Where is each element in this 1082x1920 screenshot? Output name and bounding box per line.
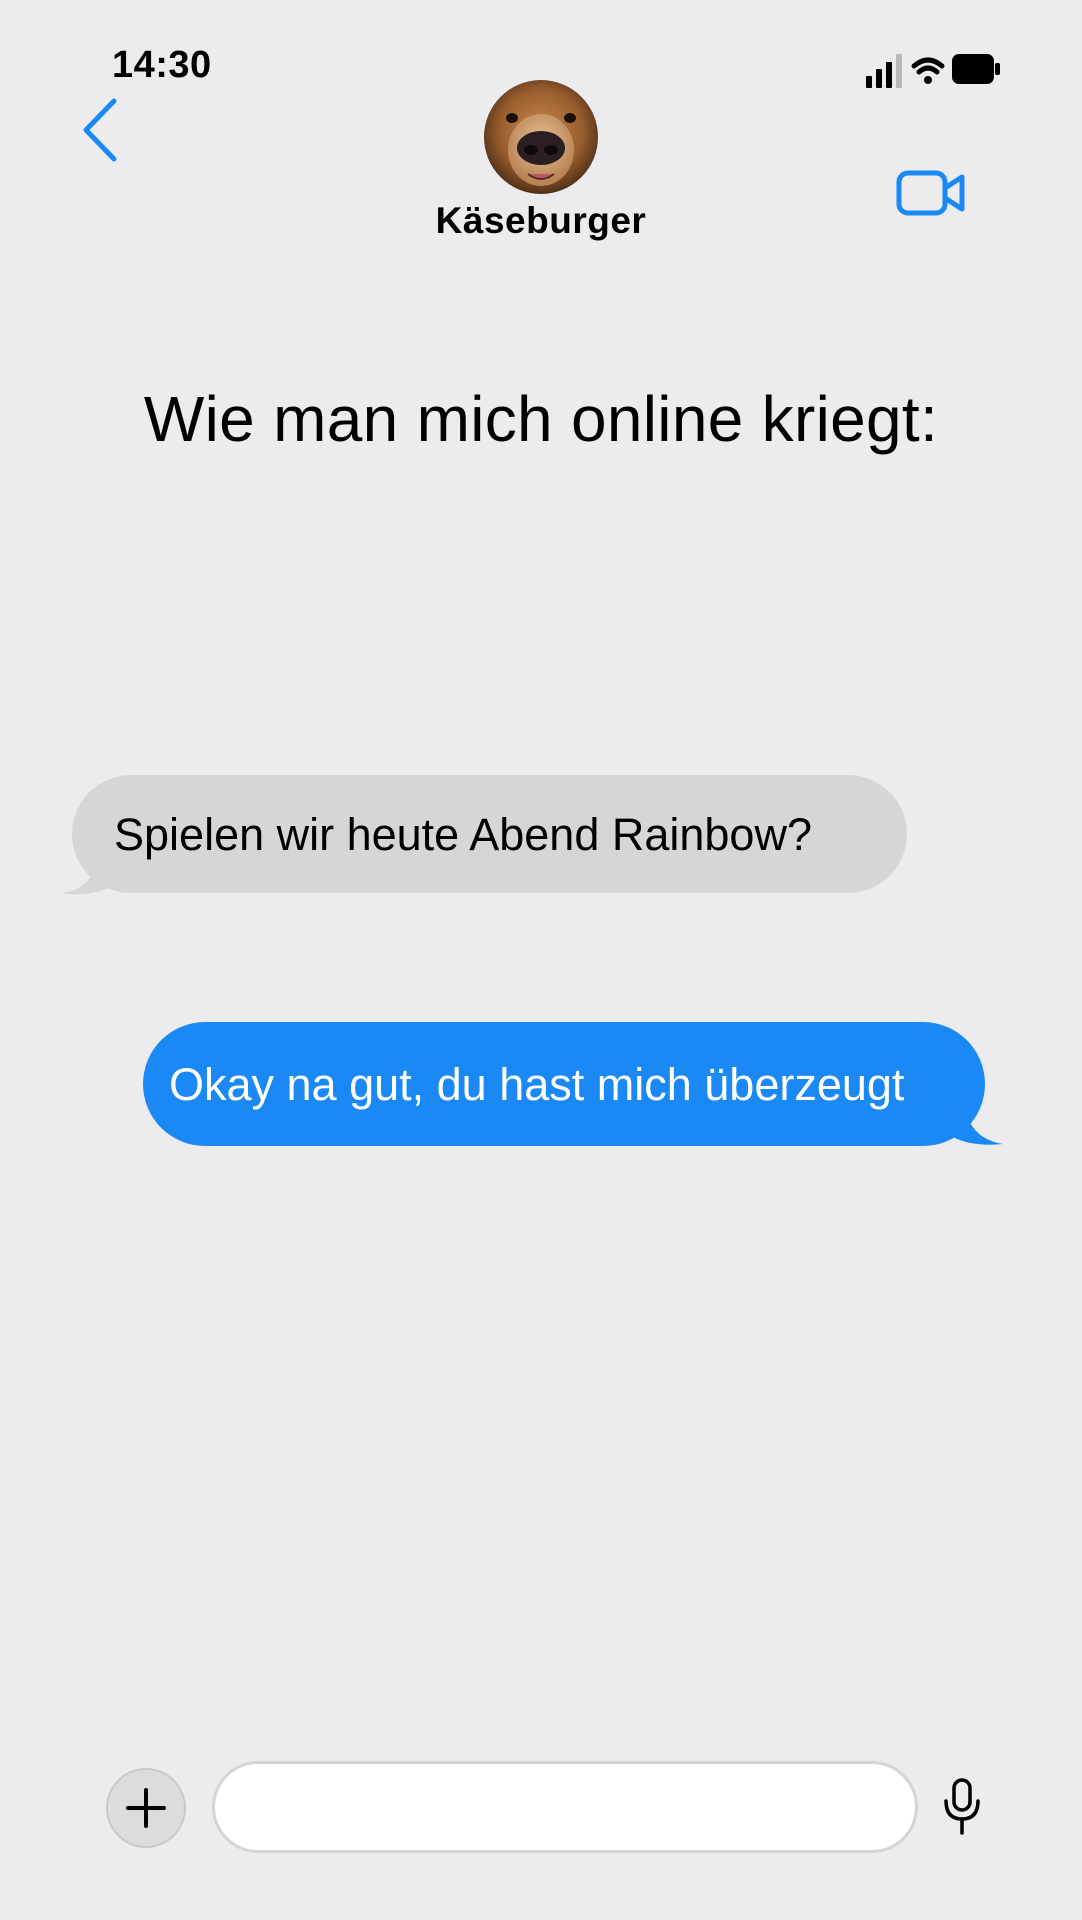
video-call-button[interactable]	[896, 168, 966, 218]
message-text: Okay na gut, du hast mich überzeugt	[169, 1058, 905, 1110]
message-text: Spielen wir heute Abend Rainbow?	[114, 808, 812, 860]
video-camera-icon	[896, 170, 965, 216]
outgoing-bubble-tail	[947, 1108, 1003, 1145]
wifi-icon	[911, 57, 945, 84]
cellular-signal-icon	[866, 54, 902, 88]
avatar[interactable]	[484, 80, 598, 194]
bear-face-photo	[484, 80, 598, 194]
message-input[interactable]	[212, 1761, 918, 1853]
status-icons	[862, 50, 1002, 90]
plus-icon	[126, 1788, 166, 1828]
message-bubble-incoming[interactable]: Spielen wir heute Abend Rainbow?	[72, 775, 907, 893]
message-bubble-outgoing[interactable]: Okay na gut, du hast mich überzeugt	[143, 1022, 985, 1146]
microphone-icon	[944, 1778, 980, 1835]
contact-name[interactable]: Käseburger	[341, 200, 741, 242]
caption-title: Wie man mich online kriegt:	[143, 383, 939, 455]
incoming-bubble-tail	[60, 860, 116, 895]
battery-icon	[952, 54, 1000, 84]
chevron-left-icon	[83, 98, 117, 162]
add-attachment-button[interactable]	[106, 1768, 186, 1848]
microphone-button[interactable]	[940, 1777, 985, 1837]
back-button[interactable]	[78, 95, 128, 165]
composer-bar	[0, 1755, 1082, 1855]
status-time: 14:30	[112, 44, 212, 86]
